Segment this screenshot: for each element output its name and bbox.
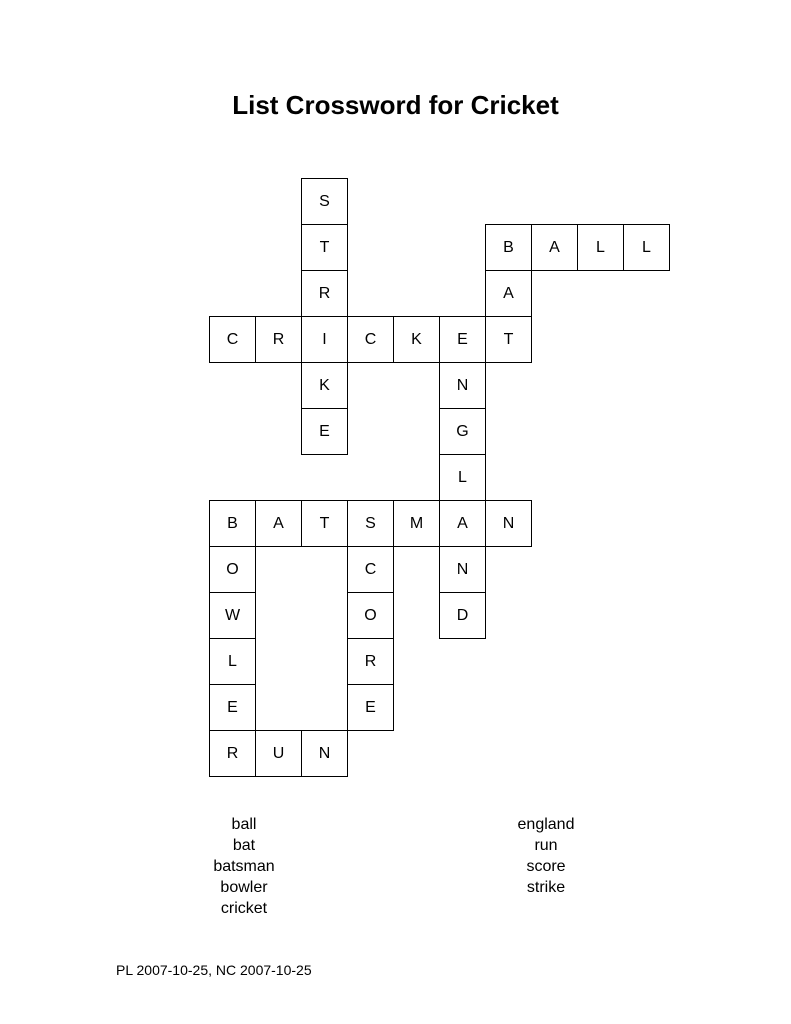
- crossword-cell: A: [531, 224, 578, 271]
- crossword-cell: N: [485, 500, 532, 547]
- crossword-cell: R: [209, 730, 256, 777]
- crossword-cell: R: [347, 638, 394, 685]
- crossword-cell: B: [209, 500, 256, 547]
- crossword-cell: T: [301, 500, 348, 547]
- crossword-cell: N: [439, 546, 486, 593]
- crossword-cell: A: [485, 270, 532, 317]
- word-list-item: bowler: [220, 879, 268, 896]
- crossword-cell: W: [209, 592, 256, 639]
- crossword-cell: C: [347, 316, 394, 363]
- word-list-right: england run score strike: [496, 814, 596, 898]
- crossword-cell: A: [255, 500, 302, 547]
- crossword-cell: T: [485, 316, 532, 363]
- crossword-cell: B: [485, 224, 532, 271]
- crossword-cell: O: [347, 592, 394, 639]
- crossword-cell: R: [255, 316, 302, 363]
- crossword-cell: S: [347, 500, 394, 547]
- crossword-cell: I: [301, 316, 348, 363]
- crossword-cell: E: [439, 316, 486, 363]
- crossword-cell: L: [623, 224, 670, 271]
- word-list-item: bat: [232, 837, 256, 854]
- crossword-cell: L: [209, 638, 256, 685]
- crossword-cell: C: [347, 546, 394, 593]
- word-list-item: batsman: [213, 858, 275, 875]
- crossword-cell: G: [439, 408, 486, 455]
- word-list-item: strike: [526, 879, 566, 896]
- crossword-cell: N: [439, 362, 486, 409]
- crossword-cell: C: [209, 316, 256, 363]
- crossword-cell: K: [393, 316, 440, 363]
- crossword-cell: L: [577, 224, 624, 271]
- crossword-cell: K: [301, 362, 348, 409]
- footer-text: PL 2007-10-25, NC 2007-10-25: [116, 962, 312, 978]
- crossword-cell: U: [255, 730, 302, 777]
- crossword-cell: M: [393, 500, 440, 547]
- word-list-left: ball bat batsman bowler cricket: [194, 814, 294, 919]
- crossword-cell: E: [301, 408, 348, 455]
- crossword-cell: R: [301, 270, 348, 317]
- crossword-cell: D: [439, 592, 486, 639]
- word-list-item: run: [534, 837, 558, 854]
- word-list-item: ball: [231, 816, 257, 833]
- crossword-cell: T: [301, 224, 348, 271]
- crossword-cell: O: [209, 546, 256, 593]
- crossword-grid: STBALLRACRICKETKNEGLBATSMANOCNWODLREERUN: [0, 0, 791, 1024]
- crossword-cell: N: [301, 730, 348, 777]
- crossword-cell: A: [439, 500, 486, 547]
- crossword-cell: E: [347, 684, 394, 731]
- crossword-cell: S: [301, 178, 348, 225]
- word-list-item: cricket: [220, 900, 268, 917]
- word-list-item: england: [517, 816, 575, 833]
- crossword-cell: L: [439, 454, 486, 501]
- word-list-item: score: [526, 858, 566, 875]
- crossword-cell: E: [209, 684, 256, 731]
